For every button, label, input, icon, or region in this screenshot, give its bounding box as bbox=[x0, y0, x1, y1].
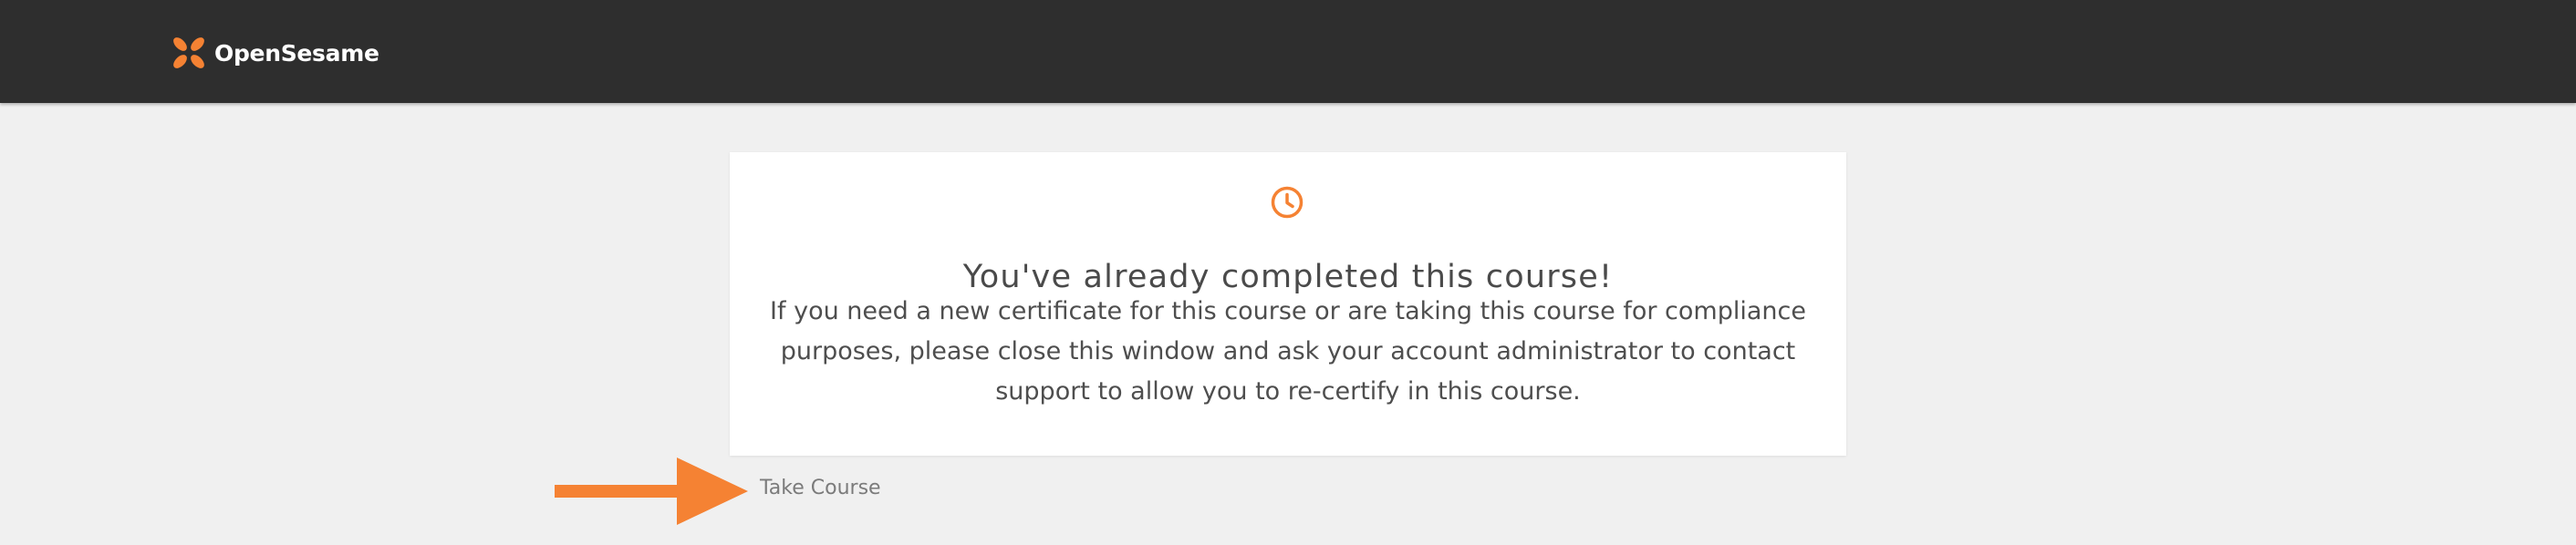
brand-name: OpenSesame bbox=[214, 39, 379, 67]
notice-message: If you need a new certificate for this c… bbox=[770, 297, 1806, 406]
arrow-right-icon bbox=[555, 458, 748, 525]
opensesame-logo-icon bbox=[173, 37, 204, 68]
clock-icon bbox=[1271, 186, 1304, 219]
notice-title: You've already completed this course! bbox=[962, 259, 1614, 296]
take-course-link[interactable]: Take Course bbox=[760, 477, 881, 499]
course-completed-notice: You've already completed this course! If… bbox=[730, 152, 1846, 456]
top-navigation-bar: OpenSesame bbox=[0, 0, 2576, 103]
brand-logo[interactable]: OpenSesame bbox=[171, 35, 379, 71]
